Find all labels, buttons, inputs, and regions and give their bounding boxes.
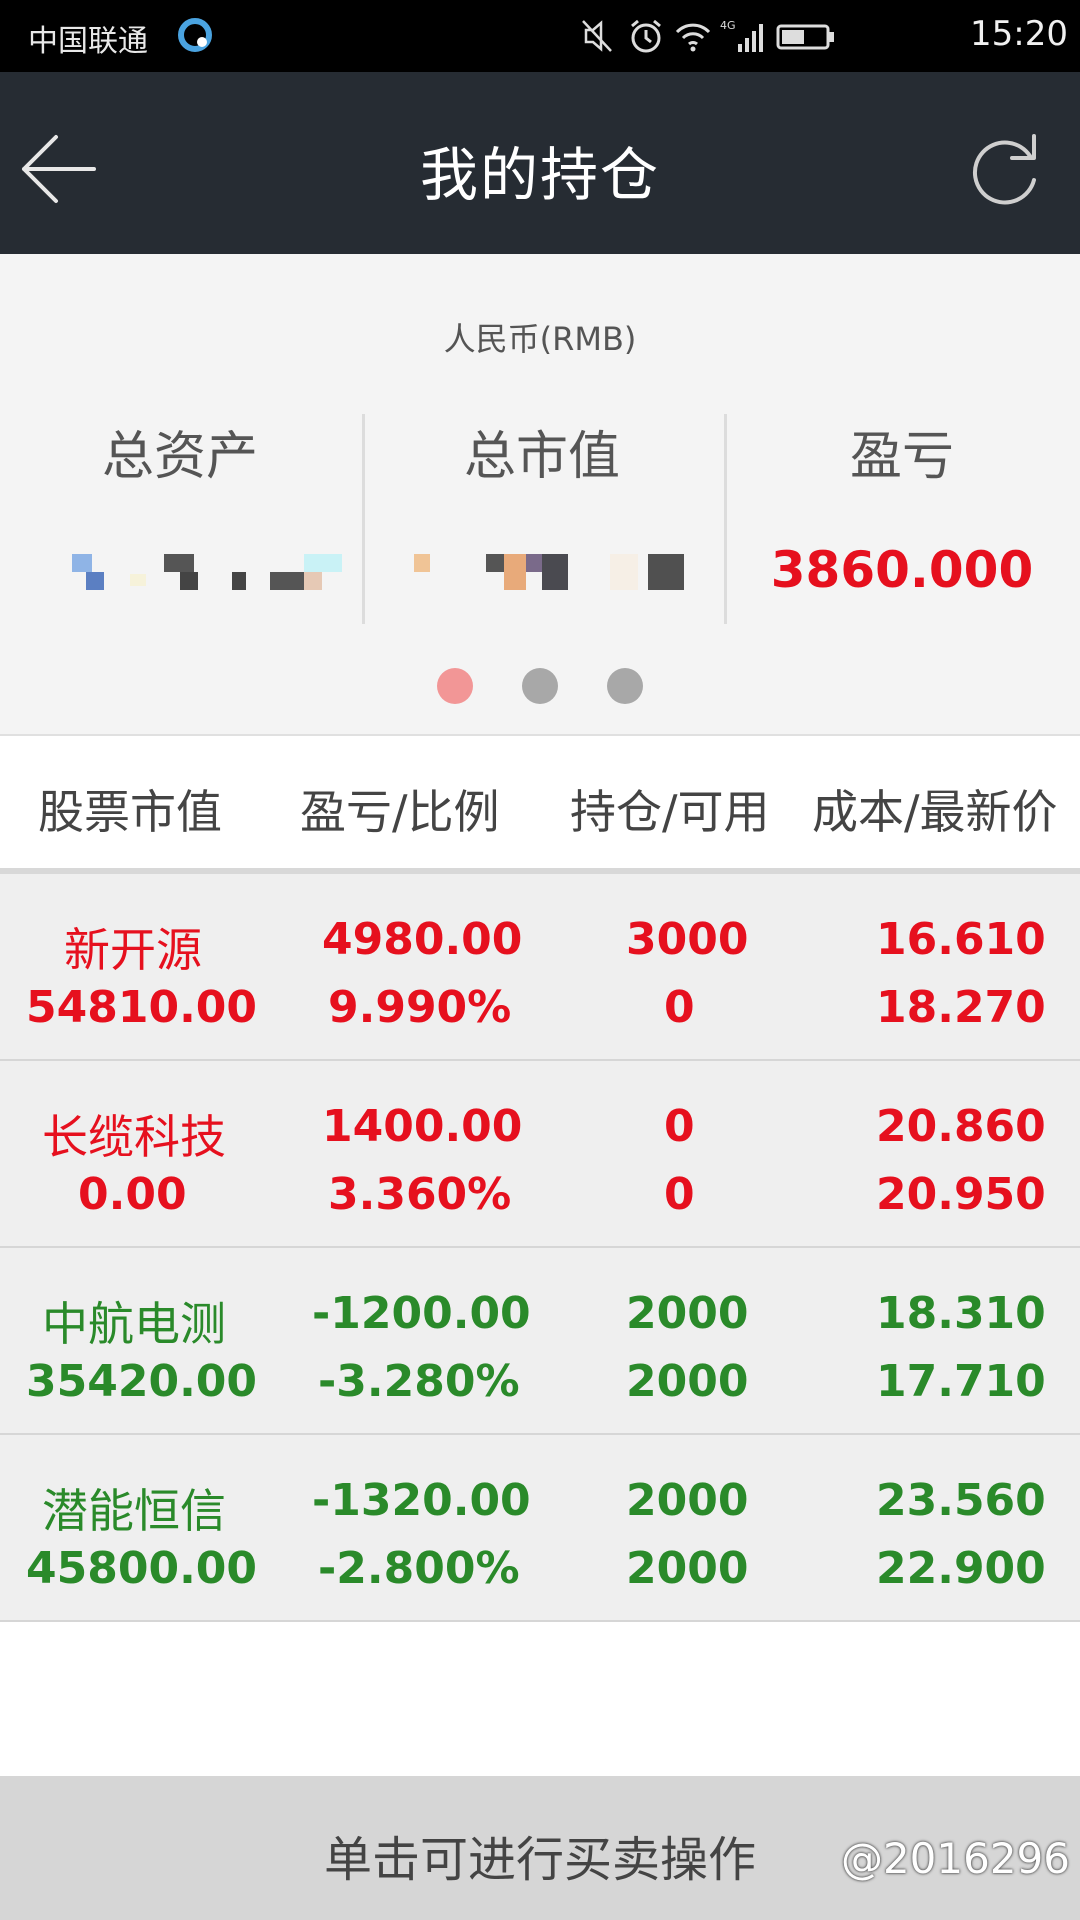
stock-market-value: 0.00 <box>78 1169 187 1220</box>
market-value-redacted <box>410 554 690 614</box>
carrier-app-icon <box>178 18 212 52</box>
trade-action-bar[interactable]: 单击可进行买卖操作 @2016296 <box>0 1776 1080 1920</box>
page-indicator[interactable] <box>0 668 1080 708</box>
stock-pnl-ratio: 3.360% <box>328 1169 512 1220</box>
stock-pnl: -1200.00 <box>312 1288 531 1339</box>
stock-latest-price: 18.270 <box>876 982 1046 1033</box>
column-header-position: 持仓/可用 <box>570 785 770 839</box>
stock-name: 潜能恒信 <box>42 1484 226 1538</box>
stock-latest-price: 17.710 <box>876 1356 1046 1407</box>
holding-row[interactable]: 潜能恒信 45800.00 -1320.00 -2.800% 2000 2000… <box>0 1435 1080 1622</box>
market-value-label: 总市值 <box>463 427 620 487</box>
stock-pnl: 4980.00 <box>322 914 523 965</box>
status-bar: 中国联通 4G 15:20 <box>0 0 1080 72</box>
status-time: 15:20 <box>970 14 1068 54</box>
pnl-label: 盈亏 <box>849 427 954 487</box>
stock-market-value: 45800.00 <box>26 1543 258 1594</box>
stock-available: 0 <box>664 1169 695 1220</box>
stock-available: 0 <box>664 982 695 1033</box>
stock-cost: 18.310 <box>876 1288 1046 1339</box>
currency-label: 人民币(RMB) <box>443 320 637 358</box>
column-header-market-value: 股票市值 <box>38 785 222 839</box>
stock-pnl: 1400.00 <box>322 1101 523 1152</box>
pnl-value: 3860.000 <box>770 541 1034 599</box>
mute-icon <box>582 20 612 52</box>
stock-position: 0 <box>664 1101 695 1152</box>
holding-row[interactable]: 中航电测 35420.00 -1200.00 -3.280% 2000 2000… <box>0 1248 1080 1435</box>
battery-icon <box>776 24 834 50</box>
total-market-value: 总市值 <box>362 414 722 489</box>
profit-loss: 盈亏 3860.000 <box>724 414 1080 601</box>
total-assets-label: 总资产 <box>101 427 258 487</box>
stock-pnl-ratio: -2.800% <box>318 1543 520 1594</box>
svg-text:4G: 4G <box>720 19 736 32</box>
stock-available: 2000 <box>626 1356 749 1407</box>
wifi-icon <box>675 23 711 52</box>
stock-position: 2000 <box>626 1475 749 1526</box>
account-summary[interactable]: 人民币(RMB) 总资产 总市值 盈亏 3860.000 <box>0 254 1080 734</box>
page-title: 我的持仓 <box>419 141 660 209</box>
stock-cost: 23.560 <box>876 1475 1046 1526</box>
stock-position: 3000 <box>626 914 749 965</box>
total-assets-value-redacted <box>70 554 350 614</box>
carrier-name: 中国联通 <box>28 24 148 59</box>
column-header-cost-price: 成本/最新价 <box>812 785 1058 839</box>
stock-latest-price: 22.900 <box>876 1543 1046 1594</box>
holding-row[interactable]: 新开源 54810.00 4980.00 9.990% 3000 0 16.61… <box>0 874 1080 1061</box>
stock-pnl-ratio: -3.280% <box>318 1356 520 1407</box>
stock-latest-price: 20.950 <box>876 1169 1046 1220</box>
stock-cost: 16.610 <box>876 914 1046 965</box>
stock-name: 新开源 <box>64 923 202 977</box>
signal-icon: 4G <box>720 19 763 52</box>
stock-market-value: 35420.00 <box>26 1356 258 1407</box>
page-dot[interactable] <box>522 668 558 704</box>
stock-market-value: 54810.00 <box>26 982 258 1033</box>
stock-name: 长缆科技 <box>42 1110 226 1164</box>
title-bar: 我的持仓 <box>0 72 1080 254</box>
page-dot[interactable] <box>607 668 644 704</box>
total-assets: 总资产 <box>0 414 360 489</box>
stock-available: 2000 <box>626 1543 749 1594</box>
stock-position: 2000 <box>626 1288 749 1339</box>
holdings-list: 新开源 54810.00 4980.00 9.990% 3000 0 16.61… <box>0 868 1080 1622</box>
alarm-icon <box>631 19 661 53</box>
watermark: @2016296 <box>840 1834 1070 1883</box>
holding-row[interactable]: 长缆科技 0.00 1400.00 3.360% 0 0 20.860 20.9… <box>0 1061 1080 1248</box>
page-dot-active[interactable] <box>436 668 473 704</box>
holdings-table-header: 股票市值 盈亏/比例 持仓/可用 成本/最新价 <box>0 734 1080 870</box>
stock-name: 中航电测 <box>42 1297 226 1351</box>
stock-cost: 20.860 <box>876 1101 1046 1152</box>
column-header-pnl: 盈亏/比例 <box>300 785 500 839</box>
stock-pnl: -1320.00 <box>312 1475 531 1526</box>
refresh-icon[interactable] <box>966 128 1046 208</box>
stock-pnl-ratio: 9.990% <box>328 982 512 1033</box>
